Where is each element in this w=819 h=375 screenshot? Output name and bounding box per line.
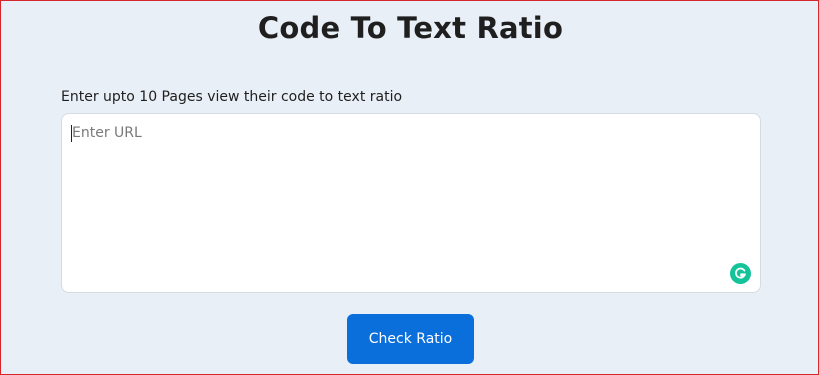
url-input-box [61,113,761,293]
grammarly-icon[interactable] [730,263,751,284]
url-input[interactable] [62,114,760,292]
grammarly-g-glyph [735,267,746,279]
check-ratio-button[interactable]: Check Ratio [347,314,474,364]
text-caret [71,125,72,142]
page-title: Code To Text Ratio [257,11,564,45]
url-input-label: Enter upto 10 Pages view their code to t… [61,89,403,105]
tool-panel: Code To Text Ratio Enter upto 10 Pages v… [0,0,819,375]
